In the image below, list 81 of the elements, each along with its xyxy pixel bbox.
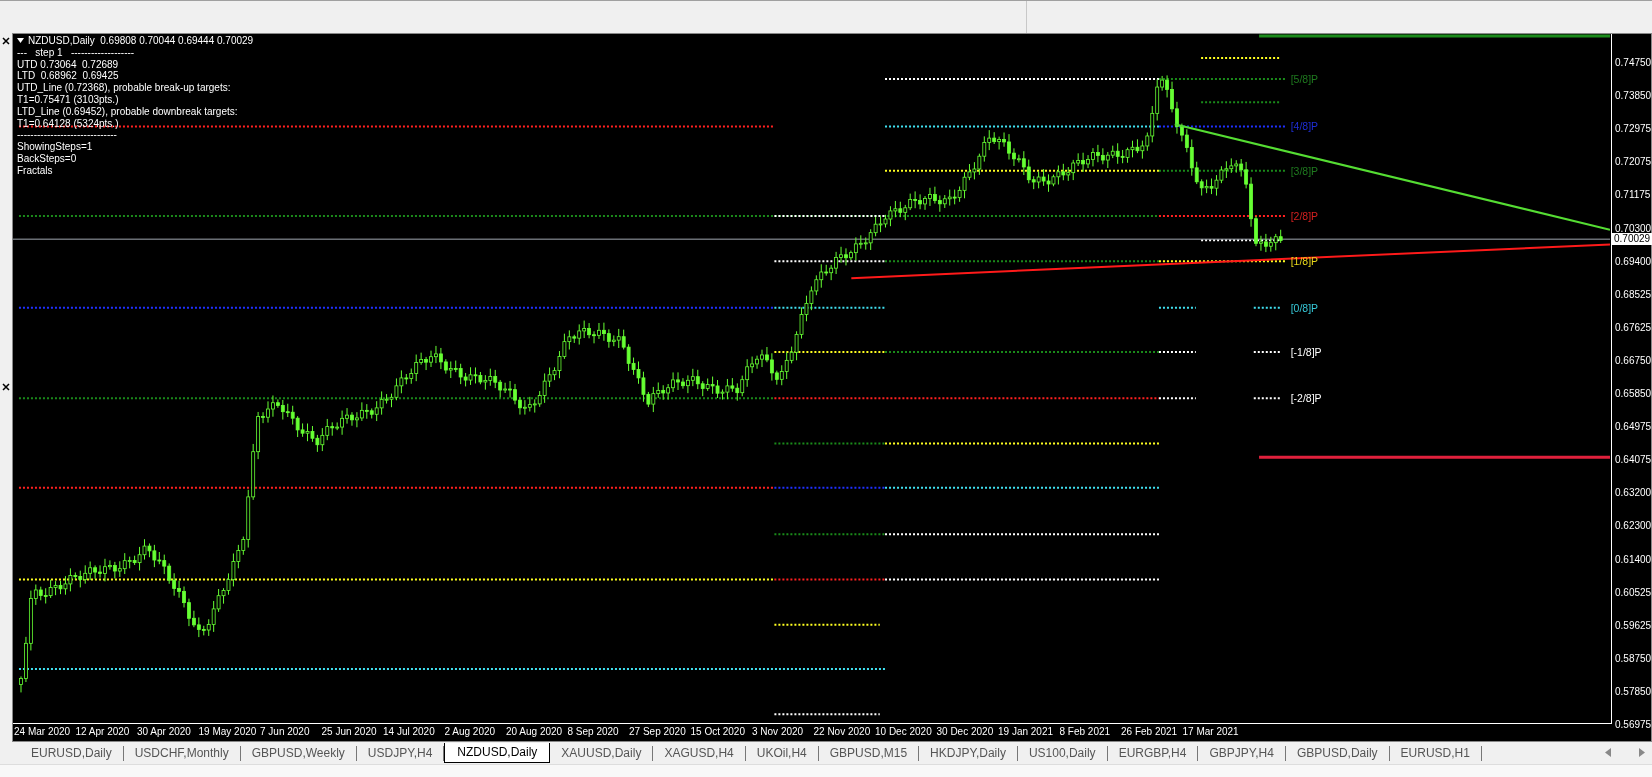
indicator-text: UTD 0.73064 0.72689 [17,58,119,71]
date-label: 2 Aug 2020 [444,725,496,738]
chart-tab[interactable]: EURUSD,H1 [1389,745,1482,761]
price-label: 0.64075 [1615,454,1652,467]
date-label: 8 Sep 2020 [567,725,619,738]
scroll-arrow-icon[interactable] [1638,748,1646,757]
chart-tab[interactable]: US100,Daily [1017,745,1108,761]
chart-tab[interactable]: USDCHF,Monthly [123,745,241,761]
indicator-text: T1=0.64128 (5324pts.) [17,117,119,130]
date-label: 25 Jun 2020 [321,725,377,738]
level-label: [-2/8]P [1290,392,1322,405]
price-label: 0.56975 [1615,719,1652,731]
level-label: [1/8]P [1290,255,1319,268]
price-label: 0.59625 [1615,619,1652,632]
chart-tab[interactable]: GBPUSD,Daily [1285,745,1390,761]
close-icon[interactable] [2,37,10,45]
date-label: 12 Apr 2020 [75,725,130,738]
chart-tab[interactable]: NZDUSD,Daily [444,743,551,763]
level-label: [2/8]P [1290,210,1319,222]
date-label: 8 Feb 2021 [1059,725,1111,738]
chart-tab[interactable]: UKOil,H4 [745,745,819,761]
date-label: 20 Aug 2020 [506,725,563,738]
scroll-arrow-icon[interactable] [1604,748,1612,757]
chart-tab[interactable]: XAUUSD,Daily [550,745,654,761]
price-label: 0.72975 [1615,123,1652,136]
indicator-text: --- step 1 ------------------- [17,46,135,59]
close-icon[interactable] [2,383,10,391]
price-label: 0.61400 [1615,553,1652,566]
price-label: 0.71175 [1615,189,1651,202]
price-label: 0.74750 [1615,57,1652,69]
price-label: 0.68525 [1615,288,1652,301]
date-label: 30 Apr 2020 [137,725,191,738]
price-label: 0.57850 [1615,685,1652,698]
chart-tab[interactable]: EURUSD,Daily [20,745,124,761]
date-label: 26 Feb 2021 [1121,725,1178,738]
indicator-text: ShowingSteps=1 [17,141,93,153]
date-label: 15 Oct 2020 [690,725,745,738]
chart-tab[interactable]: HKDJPY,Daily [919,745,1018,761]
price-label: 0.64975 [1615,421,1652,434]
indicator-text: LTD_Line (0.69452), probable downbreak targets: [17,105,238,118]
price-label: 0.62300 [1615,520,1652,533]
indicator-text: LTD 0.68962 0.69425 [17,70,119,83]
dropdown-triangle-icon[interactable] [17,38,24,44]
level-label: [0/8]P [1290,301,1319,314]
level-label: [-1/8]P [1290,345,1322,358]
date-label: 22 Nov 2020 [813,725,871,738]
level-label: [5/8]P [1290,73,1319,85]
price-label: 0.70300 [1615,222,1652,234]
indicator-text: ------------------------------ [17,129,117,142]
date-label: 19 May 2020 [198,725,257,738]
date-label: 30 Dec 2020 [936,725,994,738]
price-label: 0.66750 [1615,354,1652,367]
price-label: 0.63200 [1615,487,1652,500]
date-label: 27 Sep 2020 [629,725,686,738]
current-price-tag: 0.70029 [1611,232,1652,245]
date-label: 19 Jan 2021 [998,725,1054,738]
level-label: [3/8]P [1290,164,1319,177]
date-label: 10 Dec 2020 [875,725,932,738]
chart-tab[interactable]: EURGBP,H4 [1107,745,1199,761]
price-label: 0.58750 [1615,652,1652,665]
chart-tab[interactable]: GBPJPY,H4 [1198,745,1286,761]
chart-tab[interactable]: GBPUSD,M15 [818,745,920,761]
date-label: 3 Nov 2020 [752,725,804,738]
chart-title: NZDUSD,Daily 0.69808 0.70044 0.69444 0.70029 [28,35,254,47]
price-label: 0.60525 [1615,586,1652,599]
date-label: 7 Jun 2020 [260,725,310,738]
price-label: 0.73850 [1615,90,1652,103]
indicator-text: T1=0.75471 (3103pts.) [17,94,119,106]
date-label: 24 Mar 2020 [14,725,71,738]
price-label: 0.65850 [1615,388,1652,400]
indicator-text: UTD_Line (0.72368), probable break-up targets: [17,82,231,94]
price-label: 0.67625 [1615,321,1652,334]
indicator-text: Fractals [17,164,53,177]
date-label: 14 Jul 2020 [383,725,435,738]
price-label: 0.72075 [1615,156,1652,169]
price-label: 0.69400 [1615,255,1652,268]
chart-tab[interactable]: XAGUSD,H4 [653,745,746,761]
date-label: 17 Mar 2021 [1182,725,1239,738]
chart-tab[interactable]: GBPUSD,Weekly [240,745,357,761]
level-label: [4/8]P [1290,120,1319,133]
indicator-text: BackSteps=0 [17,152,77,165]
